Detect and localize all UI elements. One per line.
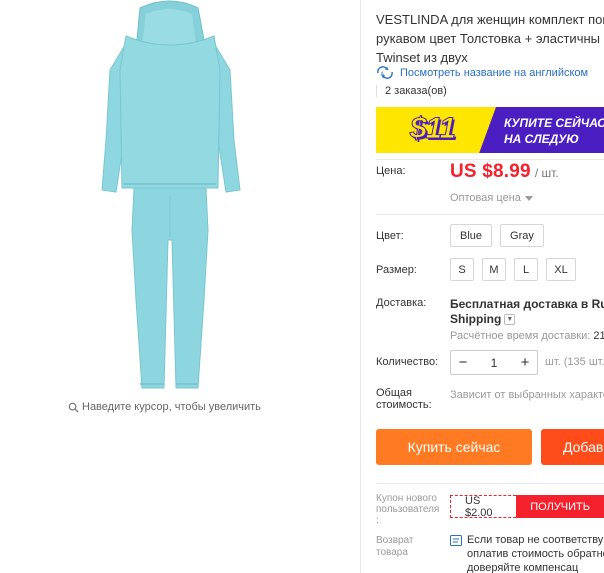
delivery-time-value: 21 [593,330,604,342]
size-options: S M L XL [450,258,576,281]
product-gallery: Наведите курсор, чтобы увеличить [0,0,360,573]
divider [376,214,604,215]
total-note: Зависит от выбранных характе [450,389,604,401]
color-option-blue[interactable]: Blue [450,224,493,247]
coupon-label-line: Купон нового [376,493,437,504]
zoom-hint-text: Наведите курсор, чтобы увеличить [82,401,261,413]
product-image[interactable] [70,0,270,392]
buy-now-button[interactable]: Купить сейчас [376,429,532,465]
translate-title-link[interactable]: A Посмотреть название на английском [376,66,588,79]
price: US $8.99 / шт. [450,161,559,183]
add-to-cart-button[interactable]: Добав [541,429,604,465]
quantity-stepper: − 1 + [450,350,538,375]
separator [376,85,377,97]
quantity-increase-button[interactable]: + [513,351,537,374]
coupon-amount: US $2.00 [450,495,517,519]
color-label: Цвет: [376,230,404,242]
promo-banner[interactable]: $11 КУПИТЕ СЕЙЧАС НА СЛЕДУЮ [376,107,604,153]
stock-available: шт. (135 шт. [545,356,604,368]
delivery-time-label: Расчётное время доставки: [450,330,591,342]
wholesale-price-text[interactable]: Оптовая цена [450,192,521,204]
quantity-input[interactable]: 1 [475,356,513,370]
magnifier-icon [68,402,79,413]
zoom-hint: Наведите курсор, чтобы увеличить [68,401,261,413]
returns-line: доверяйте компенсац [467,562,579,573]
returns-label-line: товара [376,547,408,558]
size-option-m[interactable]: M [482,258,506,281]
product-title-line: VESTLINDA для женщин комплект пов [376,12,604,27]
orders-text: 2 заказа(ов) [385,85,447,97]
quantity-label: Количество: [376,356,439,368]
shipping-line: Бесплатная доставка в Russia [450,297,604,311]
coupon-label: Купон нового пользователя : [376,493,451,526]
banner-amount: $11 [410,112,457,146]
size-option-s[interactable]: S [450,258,474,281]
divider [376,159,604,160]
coupon-label-line: пользователя [376,504,440,515]
banner-text: КУПИТЕ СЕЙЧАС НА СЛЕДУЮ [504,115,604,147]
shipping-label: Доставка: [376,297,427,309]
product-title: VESTLINDA для женщин комплект пов рукаво… [376,10,604,67]
wholesale-price-toggle[interactable]: Оптовая цена [450,192,533,204]
shipping-method: Shipping [450,312,502,326]
return-icon [450,535,462,546]
returns-policy: Если товар не соответству оплатив стоимо… [450,533,604,573]
shipping-dropdown-icon[interactable]: ▼ [504,314,516,326]
size-option-l[interactable]: L [514,258,538,281]
total-label: Общая стоимость: [376,387,432,411]
chevron-down-icon [524,195,533,201]
product-info-panel: VESTLINDA для женщин комплект пов рукаво… [361,0,604,573]
returns-line: Если товар не соответству [467,534,604,546]
total-label-line: Общая [376,387,412,399]
new-user-coupon: US $2.00 ПОЛУЧИТЬ [450,495,604,519]
coupon-label-line: : [376,515,379,526]
price-label: Цена: [376,165,406,177]
translate-icon: A [377,66,393,79]
returns-label-line: Возврат [376,535,414,546]
svg-text:A: A [381,72,385,78]
returns-line: оплатив стоимость обратно [467,548,604,560]
color-options: Blue Gray [450,224,544,247]
delivery-time: Расчётное время доставки: 21 [450,330,604,342]
price-unit: / шт. [534,166,559,180]
get-coupon-button[interactable]: ПОЛУЧИТЬ [516,495,604,518]
orders-count: 2 заказа(ов) [376,85,447,97]
price-value: US $8.99 [450,161,531,182]
size-option-xl[interactable]: XL [546,258,576,281]
color-option-gray[interactable]: Gray [500,224,544,247]
banner-text-line: КУПИТЕ СЕЙЧАС [504,116,604,130]
shipping-info: Бесплатная доставка в Russia Shipping▼ [450,297,604,327]
banner-text-line: НА СЛЕДУЮ [504,132,579,146]
size-label: Размер: [376,264,417,276]
translate-link-text[interactable]: Посмотреть название на английском [400,67,588,79]
divider [376,483,604,484]
quantity-decrease-button[interactable]: − [451,351,475,374]
product-title-line: рукавом цвет Толстовка + эластичны [376,31,600,46]
total-label-line: стоимость: [376,399,432,411]
returns-label: Возврат товара [376,535,414,559]
product-title-line: Twinset из двух [376,50,468,65]
